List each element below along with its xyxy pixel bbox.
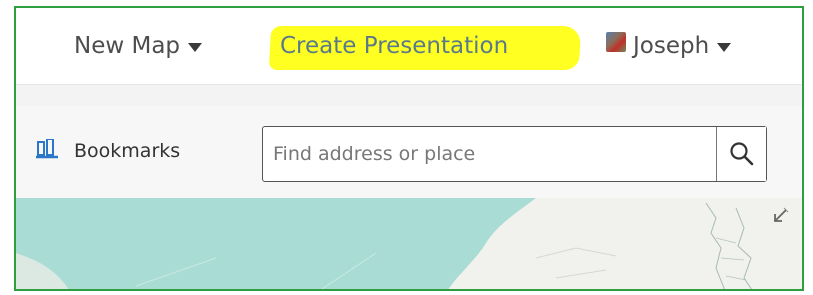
map-view[interactable] <box>16 198 802 289</box>
user-menu[interactable]: Joseph <box>606 30 732 62</box>
create-presentation-label: Create Presentation <box>280 33 509 59</box>
new-map-chevron-down-icon <box>188 42 203 52</box>
search-input[interactable] <box>263 127 716 181</box>
search-button[interactable] <box>716 127 766 181</box>
bookmarks-button[interactable]: Bookmarks <box>36 139 181 162</box>
search-icon <box>729 142 753 166</box>
top-navigation-bar: New Map Create Presentation Joseph <box>16 8 802 84</box>
expand-map-icon[interactable] <box>770 206 790 226</box>
search-box <box>262 126 767 182</box>
create-presentation-link[interactable]: Create Presentation <box>280 30 508 62</box>
header-divider <box>16 84 802 107</box>
map-toolbar: Bookmarks <box>16 106 802 198</box>
user-chevron-down-icon <box>717 42 732 52</box>
bookmarks-icon <box>36 139 58 159</box>
app-window: New Map Create Presentation Joseph Bookm… <box>14 6 804 291</box>
user-name: Joseph <box>633 33 710 59</box>
new-map-menu[interactable]: New Map <box>74 30 203 62</box>
map-basemap <box>16 198 802 289</box>
new-map-label: New Map <box>74 33 181 59</box>
bookmarks-label: Bookmarks <box>74 140 181 162</box>
avatar <box>606 32 626 52</box>
